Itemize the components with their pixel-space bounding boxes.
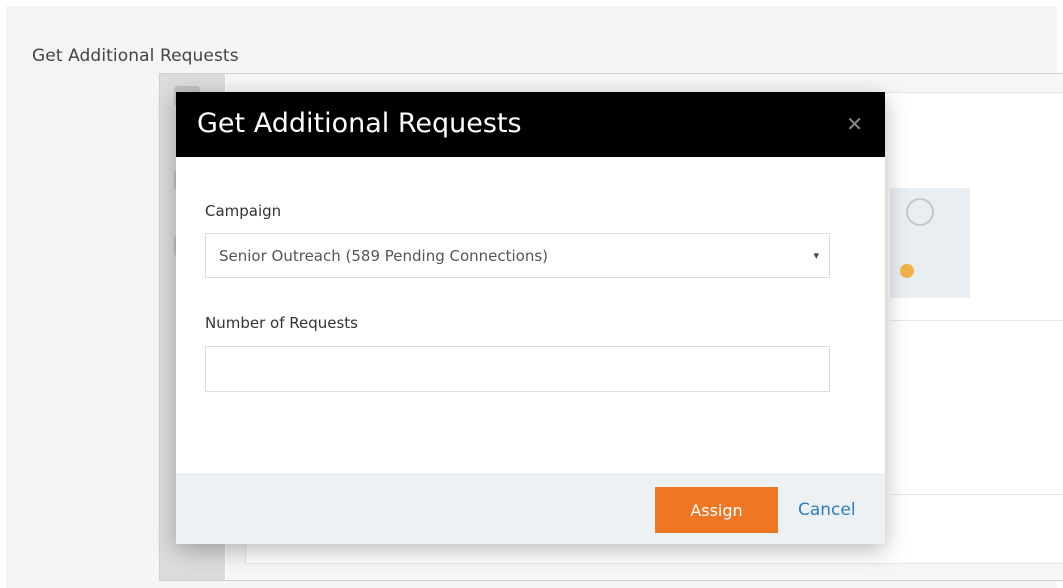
- modal-footer: Assign Cancel: [176, 474, 885, 544]
- close-icon[interactable]: ✕: [846, 112, 863, 136]
- assign-button[interactable]: Assign: [655, 487, 778, 533]
- background-status-dot: [900, 264, 914, 278]
- number-of-requests-input[interactable]: [205, 346, 830, 392]
- campaign-selected-value: Senior Outreach (589 Pending Connections…: [219, 247, 549, 265]
- page-heading: Get Additional Requests: [32, 46, 239, 66]
- cancel-button[interactable]: Cancel: [788, 487, 866, 533]
- background-divider: [890, 320, 1063, 321]
- modal-title: Get Additional Requests: [197, 108, 522, 139]
- caret-down-icon: ▾: [813, 249, 819, 262]
- campaign-select[interactable]: Senior Outreach (589 Pending Connections…: [205, 233, 830, 278]
- background-divider: [890, 494, 1063, 495]
- get-additional-requests-modal: Get Additional Requests ✕ Campaign Senio…: [176, 92, 885, 544]
- background-circle-icon: [906, 198, 934, 226]
- number-of-requests-label: Number of Requests: [205, 314, 358, 332]
- campaign-label: Campaign: [205, 202, 282, 220]
- modal-header: Get Additional Requests ✕: [176, 92, 885, 157]
